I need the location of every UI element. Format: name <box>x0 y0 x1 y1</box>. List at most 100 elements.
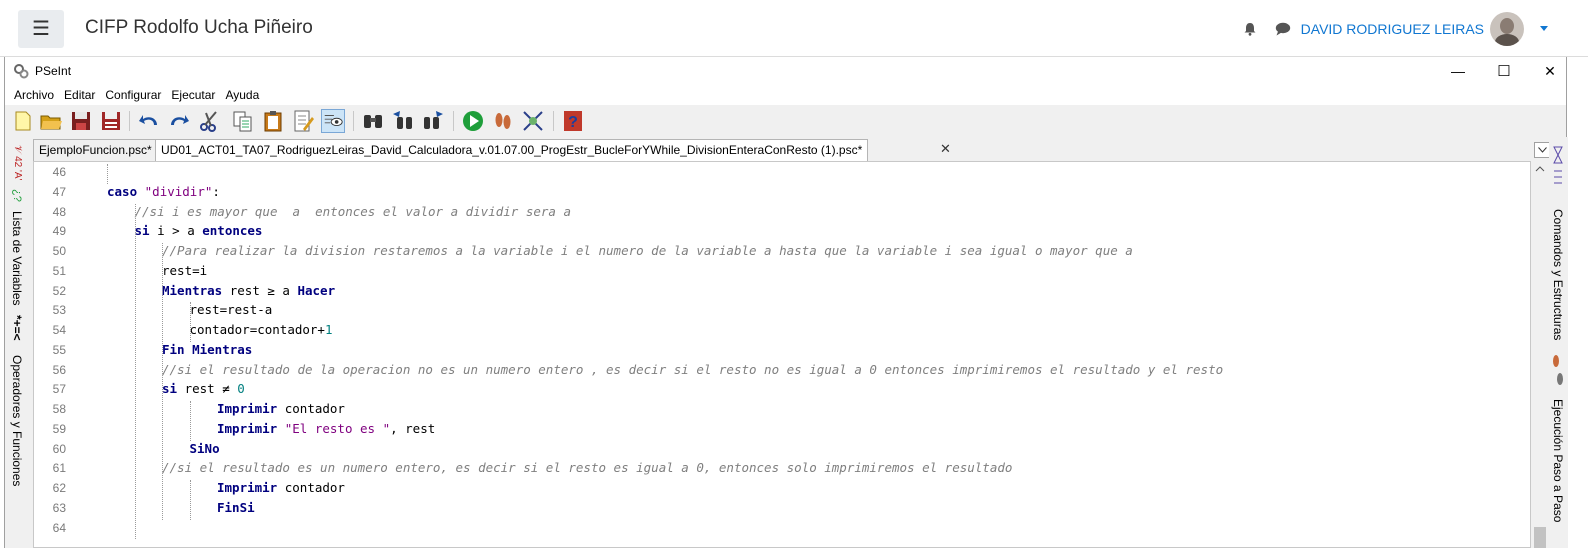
paste-icon[interactable] <box>261 109 285 133</box>
left-side-panel: 𝒱 42 'A' ¿? Lista de Variables *+=< Oper… <box>5 137 31 548</box>
search-next-icon[interactable] <box>421 109 445 133</box>
window-titlebar[interactable]: PSeInt — ☐ ✕ <box>5 57 1566 85</box>
code-token: "dividir" <box>144 183 213 199</box>
code-line[interactable]: 62 Imprimir contador <box>34 478 1530 498</box>
edit-icon[interactable] <box>291 109 315 133</box>
tab-comandos-y-estructuras[interactable]: Comandos y Estructuras <box>1551 209 1565 340</box>
search-icon[interactable] <box>361 109 385 133</box>
commands-tab-icon <box>1553 146 1563 184</box>
line-number: 49 <box>52 224 66 239</box>
open-file-icon[interactable] <box>39 109 63 133</box>
site-title[interactable]: CIFP Rodolfo Ucha Piñeiro <box>85 17 313 39</box>
cut-icon[interactable] <box>197 109 221 133</box>
code-line[interactable]: 52 Mientras rest ≥ a Hacer <box>34 281 1530 301</box>
pseint-app-icon <box>14 64 29 79</box>
code-token: rest=i <box>162 262 208 278</box>
code-line[interactable]: 54 contador=contador+1 <box>34 320 1530 340</box>
search-prev-icon[interactable] <box>391 109 415 133</box>
code-line[interactable]: 49 si i > a entonces <box>34 221 1530 241</box>
indent-guide <box>189 302 191 342</box>
line-number: 60 <box>52 441 66 456</box>
menu-archivo[interactable]: Archivo <box>9 88 59 102</box>
code-line[interactable]: 48 //si i es mayor que a entonces el valo… <box>34 202 1530 222</box>
code-text: si rest ≠ 0 <box>162 381 245 396</box>
maximize-button[interactable]: ☐ <box>1481 57 1527 85</box>
line-number: 54 <box>52 323 66 337</box>
bell-icon[interactable] <box>1243 22 1257 36</box>
code-line[interactable]: 53 rest=rest-a <box>34 300 1530 320</box>
user-name[interactable]: DAVID RODRIGUEZ LEIRAS <box>1301 21 1484 37</box>
toolbar-separator <box>129 111 130 131</box>
code-token: si <box>134 223 150 239</box>
tab-calculadora[interactable]: UD01_ACT01_TA07_RodriguezLeiras_David_Ca… <box>155 139 951 161</box>
redo-icon[interactable] <box>167 109 191 133</box>
tabs-dropdown-button[interactable] <box>1534 142 1550 158</box>
code-line[interactable]: 56 //si el resultado de la operacion no e… <box>34 360 1530 380</box>
save-icon[interactable] <box>69 109 93 133</box>
line-number: 57 <box>52 382 66 397</box>
chevron-down-icon[interactable] <box>1540 26 1548 31</box>
code-line[interactable]: 47 caso "dividir": <box>34 182 1530 202</box>
code-text: caso "dividir": <box>107 184 220 199</box>
code-token: Imprimir <box>217 480 278 495</box>
menu-configurar[interactable]: Configurar <box>100 88 166 102</box>
chat-icon[interactable] <box>1275 22 1291 36</box>
help-icon[interactable]: ? <box>561 109 585 133</box>
code-text: //si el resultado es un numero entero, e… <box>162 460 1012 475</box>
tab-ejecucion-paso-a-paso[interactable]: Ejecución Paso a Paso <box>1551 399 1565 522</box>
code-text: FinSi <box>217 500 255 515</box>
line-number: 47 <box>52 184 66 199</box>
code-line[interactable]: 57 si rest ≠ 0 <box>34 379 1530 399</box>
tab-label: UD01_ACT01_TA07_RodriguezLeiras_David_Ca… <box>161 143 863 157</box>
close-tab-icon[interactable]: ✕ <box>940 141 951 157</box>
line-number: 51 <box>52 263 66 278</box>
indent-guide <box>107 164 108 184</box>
code-token: contador <box>277 401 345 416</box>
new-file-icon[interactable] <box>11 109 35 133</box>
close-window-button[interactable]: ✕ <box>1527 57 1573 85</box>
menu-ejecutar[interactable]: Ejecutar <box>166 88 220 102</box>
code-token: SiNo <box>189 440 220 456</box>
code-token: rest ≠ <box>177 381 238 397</box>
step-icon[interactable] <box>491 109 515 133</box>
code-token: entonces <box>202 223 263 239</box>
line-number: 62 <box>52 481 66 495</box>
code-text: //si el resultado de la operacion no es … <box>162 362 1223 377</box>
tab-lista-de-variables[interactable]: Lista de Variables <box>10 211 24 306</box>
undo-icon[interactable] <box>137 109 161 133</box>
editor-scrollbar[interactable] <box>1531 161 1549 548</box>
code-text: si i > a entonces <box>135 223 263 238</box>
menu-editar[interactable]: Editar <box>59 88 100 102</box>
draw-flowchart-icon[interactable] <box>521 109 545 133</box>
line-number: 53 <box>52 303 66 318</box>
code-line[interactable]: 51 rest=i <box>34 261 1530 281</box>
code-token: si <box>162 381 178 397</box>
code-line[interactable]: 59 Imprimir "El resto es ", rest <box>34 419 1530 439</box>
avatar[interactable] <box>1490 11 1524 46</box>
scroll-up-icon[interactable] <box>1531 163 1549 175</box>
code-editor[interactable]: 46 47 caso "dividir": 48 //si i es mayor que… <box>33 161 1531 548</box>
code-line[interactable]: 63 FinSi <box>34 498 1530 518</box>
code-line[interactable]: 64 <box>34 518 1530 538</box>
menu-ayuda[interactable]: Ayuda <box>220 88 264 102</box>
code-line[interactable]: 55 Fin Mientras <box>34 340 1530 360</box>
copy-icon[interactable] <box>231 109 255 133</box>
code-line[interactable]: 60 SiNo <box>34 439 1530 459</box>
run-icon[interactable] <box>461 109 485 133</box>
line-number: 58 <box>52 402 66 416</box>
code-token: rest ≥ a <box>222 282 298 298</box>
tab-ejemplofuncion[interactable]: EjemploFuncion.psc* <box>33 139 158 161</box>
menu-toggle-button[interactable]: ☰ <box>18 10 64 48</box>
code-line[interactable]: 46 <box>34 162 1530 182</box>
toggle-view-icon[interactable] <box>321 109 345 133</box>
minimize-button[interactable]: — <box>1435 57 1481 85</box>
code-line[interactable]: 61 //si el resultado es un numero entero,… <box>34 458 1530 478</box>
save-as-icon[interactable] <box>99 109 123 133</box>
code-line[interactable]: 58 Imprimir contador <box>34 399 1530 419</box>
code-line[interactable]: 50 //Para realizar la division restaremos… <box>34 241 1530 261</box>
tab-operadores-y-funciones[interactable]: Operadores y Funciones <box>10 355 24 486</box>
site-header: ☰ CIFP Rodolfo Ucha Piñeiro DAVID RODRIG… <box>0 0 1588 57</box>
scroll-thumb[interactable] <box>1534 527 1546 548</box>
